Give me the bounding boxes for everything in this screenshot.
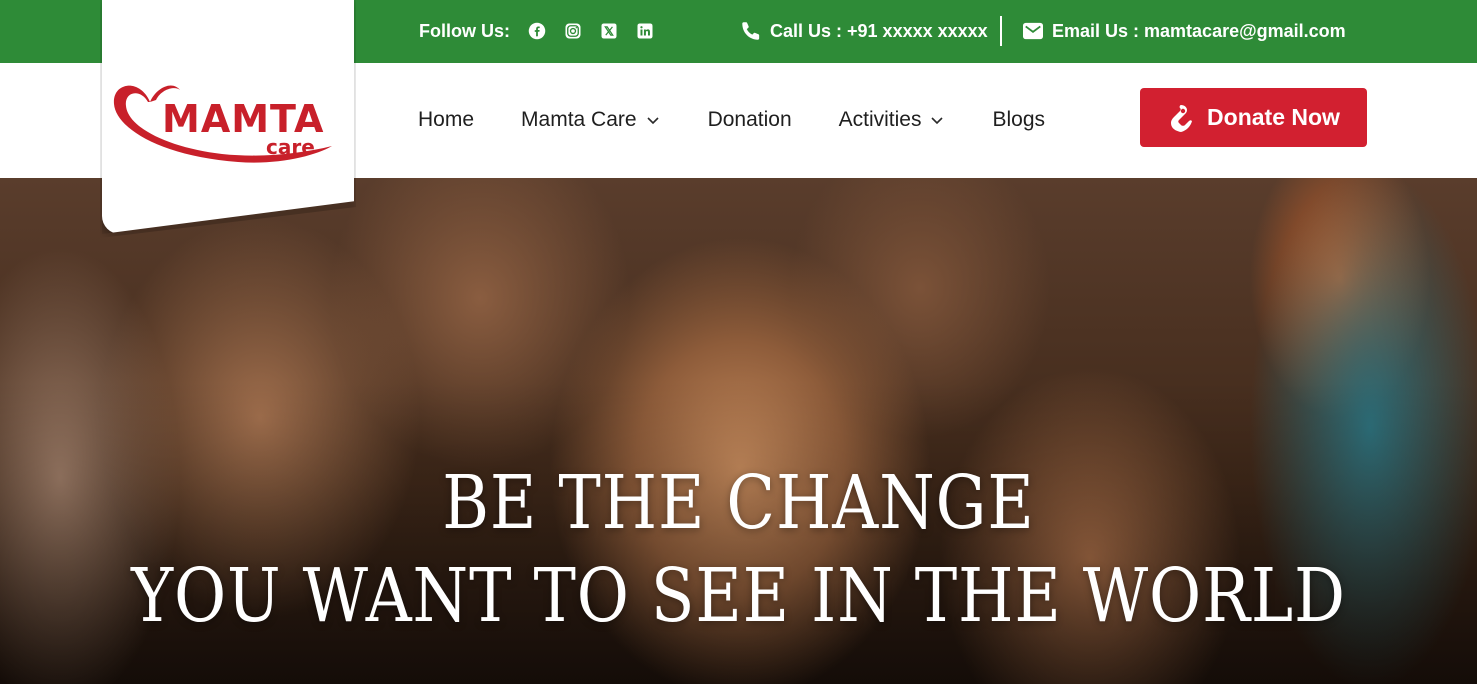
facebook-icon[interactable]	[528, 22, 546, 40]
nav-item-label: Donation	[707, 108, 792, 131]
linkedin-icon[interactable]	[636, 22, 654, 40]
nav-item-label: Blogs	[992, 108, 1046, 131]
hero-banner: BE THE CHANGE YOU WANT TO SEE IN THE WOR…	[0, 178, 1477, 684]
mail-icon	[1023, 22, 1043, 40]
follow-us-label: Follow Us:	[419, 20, 510, 41]
hero-title-line-2: YOU WANT TO SEE IN THE WORLD	[131, 553, 1346, 639]
call-text: Call Us : +91 xxxxx xxxxx	[770, 20, 988, 41]
nav-item-label: Activities	[838, 108, 922, 131]
nav-item-mamta-care[interactable]: Mamta Care	[521, 108, 661, 132]
nav-item-label: Home	[418, 108, 475, 131]
chevron-down-icon	[931, 117, 944, 125]
phone-icon	[742, 22, 760, 40]
nav-menu: Home Mamta Care Donation Activities Blog…	[418, 108, 1092, 132]
hero-title-line-1: BE THE CHANGE	[442, 460, 1035, 546]
nav-item-activities[interactable]: Activities	[839, 108, 946, 132]
svg-text:care: care	[266, 135, 315, 159]
x-twitter-icon[interactable]	[600, 22, 618, 40]
nav-item-blogs[interactable]: Blogs	[992, 108, 1045, 132]
nav-item-home[interactable]: Home	[418, 108, 474, 132]
nav-item-donation[interactable]: Donation	[708, 108, 792, 132]
email-text: Email Us : mamtacare@gmail.com	[1052, 20, 1346, 41]
chevron-down-icon	[646, 117, 659, 125]
social-links	[528, 22, 654, 40]
call-us[interactable]: Call Us : +91 xxxxx xxxxx	[740, 18, 988, 44]
nav-item-label: Mamta Care	[521, 108, 637, 131]
donate-label: Donate Now	[1207, 104, 1340, 130]
logo-card[interactable]: MAMTA care	[102, 0, 354, 234]
email-us[interactable]: Email Us : mamtacare@gmail.com	[1022, 18, 1346, 44]
donate-hand-icon	[1171, 104, 1193, 132]
divider	[1000, 16, 1002, 46]
donate-now-button[interactable]: Donate Now	[1140, 88, 1367, 147]
instagram-icon[interactable]	[564, 22, 582, 40]
mamta-care-logo: MAMTA care	[113, 85, 332, 163]
